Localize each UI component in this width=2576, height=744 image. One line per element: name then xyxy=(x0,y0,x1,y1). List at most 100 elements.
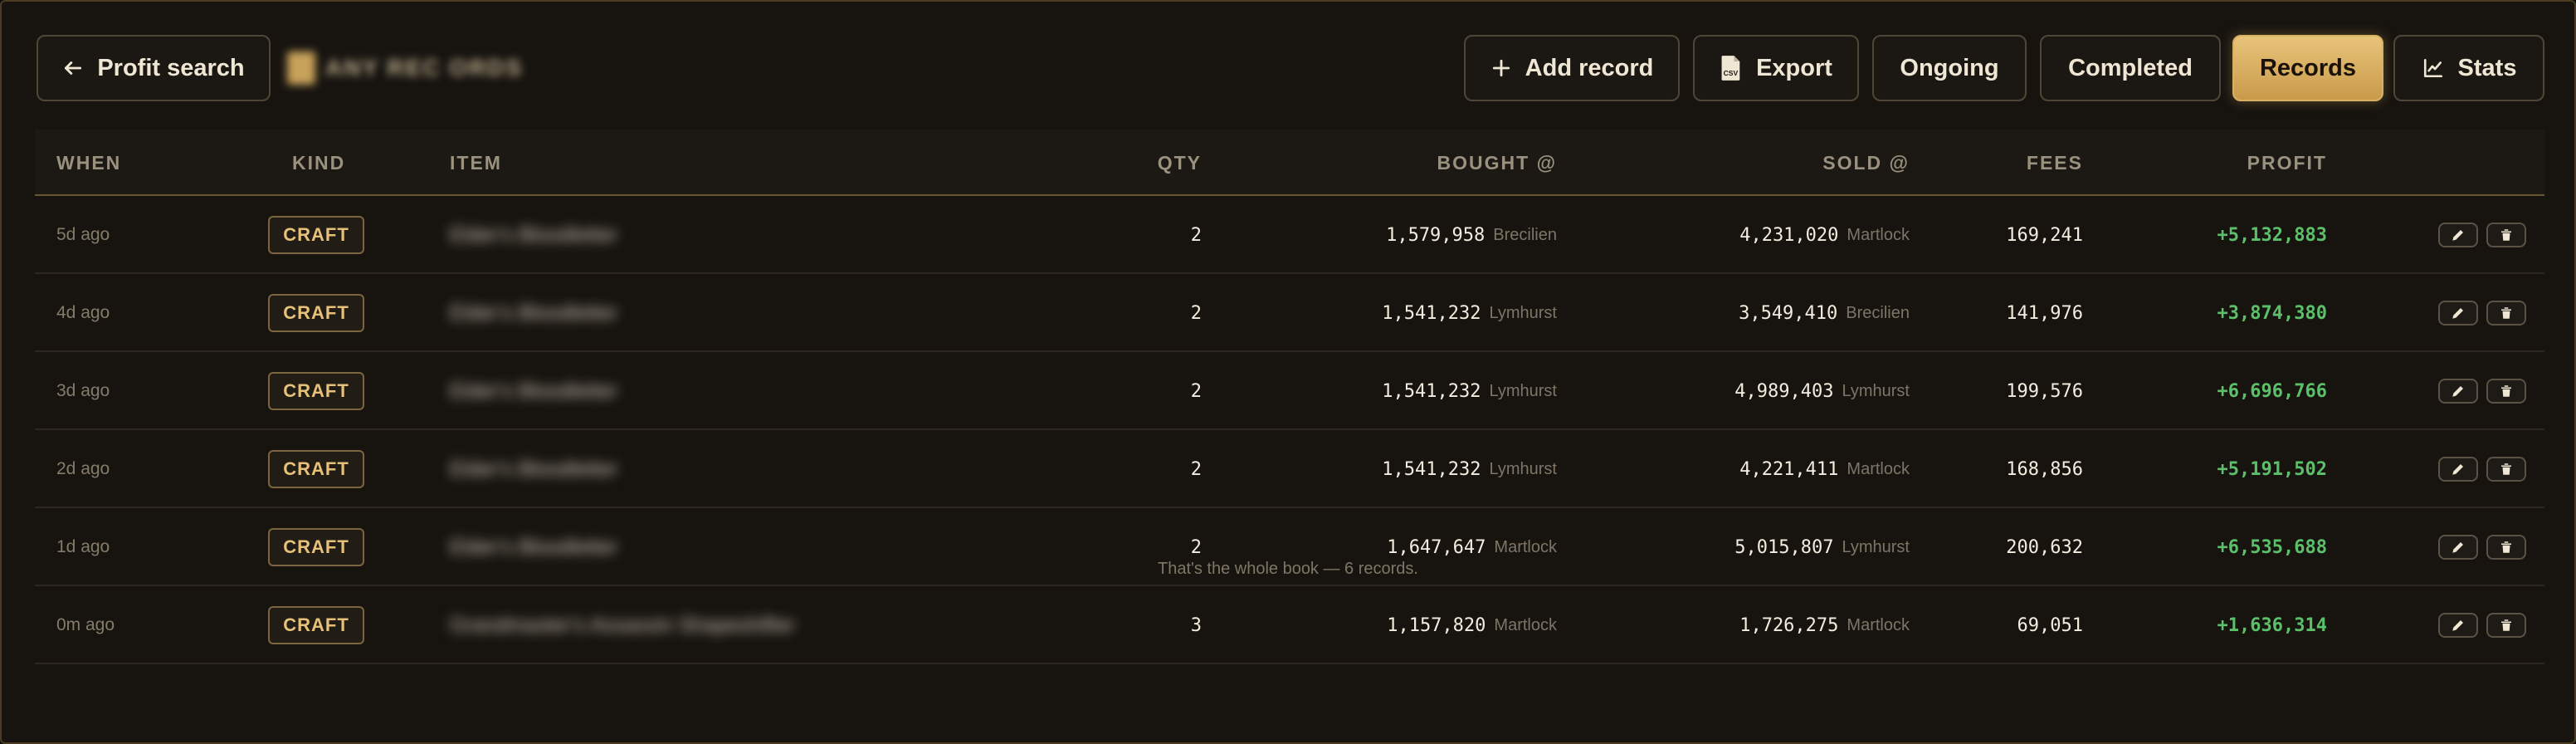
trash-icon xyxy=(2501,385,2511,397)
delete-button[interactable] xyxy=(2486,613,2526,638)
add-record-button[interactable]: Add record xyxy=(1464,35,1680,101)
pencil-icon xyxy=(2452,542,2463,553)
row-actions xyxy=(2438,196,2526,274)
bought-city: Lymhurst xyxy=(1489,381,1557,400)
bought-price: 1,541,232 xyxy=(1382,302,1481,324)
bought-city: Lymhurst xyxy=(1489,303,1557,322)
sold-price: 1,726,275 xyxy=(1739,614,1839,636)
delete-button[interactable] xyxy=(2486,379,2526,404)
bought-city: Martlock xyxy=(1494,615,1557,634)
edit-button[interactable] xyxy=(2438,457,2478,482)
ongoing-tab[interactable]: Ongoing xyxy=(1872,35,2027,101)
column-header-item[interactable]: ITEM xyxy=(450,130,502,196)
csv-file-icon: CSV xyxy=(1721,56,1740,81)
edit-button[interactable] xyxy=(2438,535,2478,560)
sold-cell: 4,231,020 Martlock xyxy=(1739,196,1910,274)
when-cell: 3d ago xyxy=(56,381,110,400)
when-cell: 5d ago xyxy=(56,225,110,244)
sold-city: Lymhurst xyxy=(1842,537,1910,556)
qty-cell: 3 xyxy=(1190,614,1202,636)
column-header-qty[interactable]: QTY xyxy=(1158,130,1202,196)
edit-button[interactable] xyxy=(2438,223,2478,247)
edit-button[interactable] xyxy=(2438,613,2478,638)
profit-cell: +3,874,380 xyxy=(2217,302,2327,324)
records-table: WHEN KIND ITEM QTY BOUGHT @ SOLD @ FEES … xyxy=(35,130,2544,664)
trash-icon xyxy=(2501,307,2511,319)
pencil-icon xyxy=(2452,308,2463,319)
bought-cell: 1,579,958 Brecilien xyxy=(1386,196,1557,274)
profit-search-button[interactable]: Profit search xyxy=(37,35,271,101)
sold-price: 4,231,020 xyxy=(1739,224,1839,246)
trash-icon xyxy=(2501,541,2511,553)
when-cell: 4d ago xyxy=(56,303,110,322)
sold-cell: 1,726,275 Martlock xyxy=(1739,586,1910,664)
item-name[interactable]: Elder's Bloodletter xyxy=(450,274,617,352)
records-label: Records xyxy=(2259,54,2357,81)
column-header-when[interactable]: WHEN xyxy=(56,130,121,196)
fees-cell: 69,051 xyxy=(2017,614,2083,636)
completed-tab[interactable]: Completed xyxy=(2040,35,2221,101)
sold-price: 4,989,403 xyxy=(1734,380,1834,402)
row-actions xyxy=(2438,430,2526,508)
profit-cell: +6,696,766 xyxy=(2217,380,2327,402)
delete-button[interactable] xyxy=(2486,223,2526,247)
pencil-icon xyxy=(2452,620,2463,631)
item-name[interactable]: Elder's Bloodletter xyxy=(450,430,617,508)
column-header-sold[interactable]: SOLD @ xyxy=(1822,130,1910,196)
row-actions xyxy=(2438,274,2526,352)
when-cell: 0m ago xyxy=(56,615,115,634)
profit-cell: +5,132,883 xyxy=(2217,224,2327,246)
kind-badge: CRAFT xyxy=(268,450,364,488)
column-header-bought[interactable]: BOUGHT @ xyxy=(1437,130,1557,196)
row-actions xyxy=(2438,586,2526,664)
pencil-icon xyxy=(2452,230,2463,241)
bought-city: Lymhurst xyxy=(1489,459,1557,478)
table-row: 0m ago CRAFT Grandmaster's Assassin Shap… xyxy=(35,586,2544,664)
bought-city: Brecilien xyxy=(1493,225,1557,244)
kind-badge: CRAFT xyxy=(268,606,364,644)
column-header-fees[interactable]: FEES xyxy=(2027,130,2083,196)
stats-tab[interactable]: Stats xyxy=(2393,35,2544,101)
records-tab[interactable]: Records xyxy=(2232,35,2383,101)
item-name[interactable]: Elder's Bloodletter xyxy=(450,196,617,274)
pencil-icon xyxy=(2452,464,2463,475)
column-header-kind[interactable]: KIND xyxy=(292,130,345,196)
kind-badge: CRAFT xyxy=(268,372,364,410)
sold-city: Martlock xyxy=(1847,459,1910,478)
edit-button[interactable] xyxy=(2438,301,2478,326)
table-row: 4d ago CRAFT Elder's Bloodletter 2 1,541… xyxy=(35,274,2544,352)
sold-cell: 3,549,410 Brecilien xyxy=(1739,274,1910,352)
column-header-profit[interactable]: PROFIT xyxy=(2247,130,2327,196)
sold-cell: 4,221,411 Martlock xyxy=(1739,430,1910,508)
app-frame: Profit search ANY REC ORDS Add record CS… xyxy=(0,0,2576,744)
qty-cell: 2 xyxy=(1190,302,1202,324)
delete-button[interactable] xyxy=(2486,301,2526,326)
add-record-label: Add record xyxy=(1525,54,1654,81)
line-chart-icon xyxy=(2423,58,2442,78)
pencil-icon xyxy=(2452,386,2463,397)
edit-button[interactable] xyxy=(2438,379,2478,404)
trash-icon xyxy=(2501,619,2511,631)
plus-icon xyxy=(1492,59,1510,77)
qty-cell: 2 xyxy=(1190,458,1202,480)
export-button[interactable]: CSV Export xyxy=(1693,35,1859,101)
bought-cell: 1,157,820 Martlock xyxy=(1387,586,1557,664)
table-row: 5d ago CRAFT Elder's Bloodletter 2 1,579… xyxy=(35,196,2544,274)
kind-cell: CRAFT xyxy=(267,430,365,508)
arrow-left-icon xyxy=(65,61,82,75)
sold-city: Lymhurst xyxy=(1842,381,1910,400)
kind-cell: CRAFT xyxy=(267,274,365,352)
brand-mark-icon xyxy=(287,51,315,85)
kind-badge: CRAFT xyxy=(268,294,364,332)
csv-badge: CSV xyxy=(1724,69,1739,77)
profit-cell: +1,636,314 xyxy=(2217,614,2327,636)
stats-label: Stats xyxy=(2457,54,2517,81)
delete-button[interactable] xyxy=(2486,457,2526,482)
sold-price: 3,549,410 xyxy=(1739,302,1838,324)
item-name[interactable]: Grandmaster's Assassin Shapeshifter xyxy=(450,586,795,664)
profit-cell: +5,191,502 xyxy=(2217,458,2327,480)
sold-price: 4,221,411 xyxy=(1739,458,1839,480)
delete-button[interactable] xyxy=(2486,535,2526,560)
item-name[interactable]: Elder's Bloodletter xyxy=(450,352,617,430)
bought-price: 1,541,232 xyxy=(1382,458,1481,480)
